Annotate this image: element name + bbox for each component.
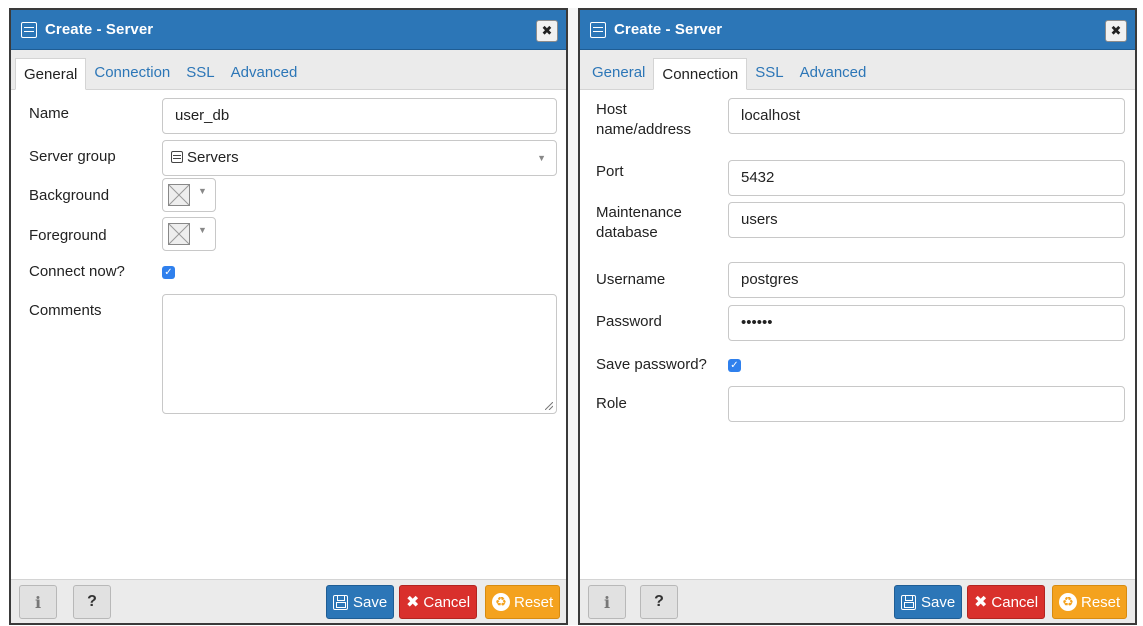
tab-bar: General Connection SSL Advanced xyxy=(580,50,1135,90)
info-icon: i xyxy=(603,592,611,612)
username-input[interactable]: postgres xyxy=(728,262,1125,298)
background-label: Background xyxy=(29,187,110,204)
maintenance-db-label-line-1: Maintenance xyxy=(596,204,682,221)
cancel-button[interactable]: ✖ Cancel xyxy=(399,585,478,619)
create-server-dialog-connection: Create - Server ✖ General Connection SSL… xyxy=(578,8,1137,625)
username-value: postgres xyxy=(741,271,799,288)
info-button[interactable]: i xyxy=(588,585,626,619)
tab-general[interactable]: General xyxy=(584,57,653,89)
server-icon xyxy=(590,21,606,38)
connect-now-checkbox[interactable]: ✓ xyxy=(162,266,175,279)
save-button[interactable]: Save xyxy=(894,585,963,619)
maintenance-db-label-line-2: database xyxy=(596,224,658,241)
maintenance-db-input[interactable]: users xyxy=(728,202,1125,238)
save-label: Save xyxy=(353,593,388,611)
info-button[interactable]: i xyxy=(19,585,57,619)
tab-general[interactable]: General xyxy=(15,58,87,90)
server-group-value: Servers xyxy=(187,149,239,166)
recycle-icon: ♻ xyxy=(1059,593,1077,611)
help-icon: ? xyxy=(87,593,97,610)
connect-now-label: Connect now? xyxy=(29,263,125,280)
servers-icon xyxy=(171,151,183,163)
dialog-titlebar[interactable]: Create - Server ✖ xyxy=(11,10,566,50)
port-value: 5432 xyxy=(741,169,775,186)
foreground-color-picker[interactable]: ▼ xyxy=(162,217,216,251)
reset-label: Reset xyxy=(514,593,554,611)
dialog-title: Create - Server xyxy=(45,21,154,38)
cancel-label: Cancel xyxy=(423,593,471,611)
empty-color-swatch-icon xyxy=(168,223,190,245)
server-group-select[interactable]: Servers ▼ xyxy=(162,140,557,176)
reset-button[interactable]: ♻ Reset xyxy=(1052,585,1128,619)
x-icon: ✖ xyxy=(406,594,420,611)
save-password-label: Save password? xyxy=(596,356,707,373)
tab-connection[interactable]: Connection xyxy=(86,57,178,89)
connection-form: Host name/address localhost Port 5432 Mai… xyxy=(580,90,1135,580)
resize-grip-icon[interactable] xyxy=(545,402,553,410)
username-label: Username xyxy=(596,271,666,288)
dialog-footer: i ? Save ✖ Cancel ♻ Reset xyxy=(580,579,1135,623)
reset-button[interactable]: ♻ Reset xyxy=(485,585,561,619)
close-button[interactable]: ✖ xyxy=(1105,20,1127,42)
name-value: user_db xyxy=(175,107,230,124)
role-label: Role xyxy=(596,395,627,412)
floppy-disk-icon xyxy=(333,594,348,610)
floppy-disk-icon xyxy=(901,594,916,610)
host-label-line-1: Host xyxy=(596,101,627,118)
recycle-icon: ♻ xyxy=(492,593,510,611)
port-input[interactable]: 5432 xyxy=(728,160,1125,196)
host-input[interactable]: localhost xyxy=(728,98,1125,134)
save-password-checkbox[interactable]: ✓ xyxy=(728,359,741,372)
dialog-title: Create - Server xyxy=(614,21,723,38)
name-input[interactable]: user_db xyxy=(162,98,557,134)
server-group-label: Server group xyxy=(29,148,116,165)
background-color-picker[interactable]: ▼ xyxy=(162,178,216,212)
save-label: Save xyxy=(921,593,956,611)
chevron-down-icon: ▼ xyxy=(537,153,546,163)
close-icon: ✖ xyxy=(1110,23,1122,38)
cancel-button[interactable]: ✖ Cancel xyxy=(967,585,1046,619)
tab-ssl[interactable]: SSL xyxy=(178,57,222,89)
close-button[interactable]: ✖ xyxy=(536,20,558,42)
comments-textarea[interactable] xyxy=(162,294,557,414)
empty-color-swatch-icon xyxy=(168,184,190,206)
host-label: Host name/address xyxy=(596,100,691,140)
dialog-titlebar[interactable]: Create - Server ✖ xyxy=(580,10,1135,50)
maintenance-db-label: Maintenance database xyxy=(596,203,682,243)
create-server-dialog-general: Create - Server ✖ General Connection SSL… xyxy=(9,8,568,625)
x-icon: ✖ xyxy=(974,594,988,611)
tab-advanced[interactable]: Advanced xyxy=(792,57,875,89)
server-icon xyxy=(21,21,37,38)
close-icon: ✖ xyxy=(541,23,553,38)
role-input[interactable] xyxy=(728,386,1125,422)
tab-ssl[interactable]: SSL xyxy=(747,57,791,89)
tab-connection[interactable]: Connection xyxy=(653,58,748,90)
password-input[interactable]: •••••• xyxy=(728,305,1125,341)
help-button[interactable]: ? xyxy=(73,585,111,619)
comments-label: Comments xyxy=(29,302,102,319)
cancel-label: Cancel xyxy=(991,593,1039,611)
name-label: Name xyxy=(29,105,70,122)
foreground-label: Foreground xyxy=(29,227,107,244)
password-label: Password xyxy=(596,313,662,330)
help-button[interactable]: ? xyxy=(640,585,678,619)
general-form: Name user_db Server group Servers ▼ Back… xyxy=(11,90,566,580)
host-value: localhost xyxy=(741,107,801,124)
password-value: •••••• xyxy=(741,314,773,331)
caret-down-icon: ▼ xyxy=(198,186,207,196)
help-icon: ? xyxy=(654,593,664,610)
caret-down-icon: ▼ xyxy=(198,225,207,235)
reset-label: Reset xyxy=(1081,593,1121,611)
info-icon: i xyxy=(34,592,42,612)
maintenance-db-value: users xyxy=(741,211,778,228)
host-label-line-2: name/address xyxy=(596,121,692,138)
dialog-footer: i ? Save ✖ Cancel ♻ Reset xyxy=(11,579,566,623)
tab-advanced[interactable]: Advanced xyxy=(223,57,306,89)
port-label: Port xyxy=(596,163,624,180)
tab-bar: General Connection SSL Advanced xyxy=(11,50,566,90)
save-button[interactable]: Save xyxy=(326,585,395,619)
dialog-separator xyxy=(568,8,578,625)
